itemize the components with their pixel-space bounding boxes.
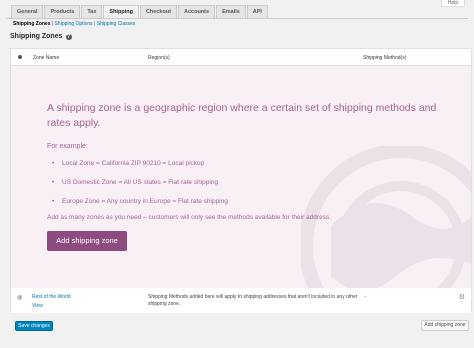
tabs-divider xyxy=(6,18,468,19)
shipping-zones-table: Zone Name Region(s) Shipping Method(s) A… xyxy=(10,48,472,313)
list-item: Local Zone = California ZIP 90210 = Loca… xyxy=(52,160,228,179)
tab-accounts[interactable]: Accounts xyxy=(178,5,216,18)
settings-tabs: General Products Tax Shipping Checkout A… xyxy=(11,5,268,19)
subnav-shipping-classes[interactable]: Shipping Classes xyxy=(97,21,136,27)
view-link[interactable]: View xyxy=(32,303,43,309)
add-shipping-zone-button[interactable]: Add shipping zone xyxy=(47,231,127,251)
subnav-shipping-zones[interactable]: Shipping Zones xyxy=(13,21,51,27)
gear-icon[interactable]: ⚙ xyxy=(459,293,465,301)
example-list: Local Zone = California ZIP 90210 = Loca… xyxy=(52,160,228,217)
sort-handle-icon xyxy=(18,55,22,59)
table-row-rest-of-world: ◍ Rest of the World View Shipping Method… xyxy=(11,288,471,313)
tab-checkout[interactable]: Checkout xyxy=(139,5,177,18)
list-item: US Domestic Zone = All US states = Flat … xyxy=(52,179,228,198)
shipping-methods-value: - xyxy=(364,294,366,300)
blank-state-title: A shipping zone is a geographic region w… xyxy=(47,102,437,129)
tab-emails[interactable]: Emails xyxy=(216,5,246,18)
blank-state-panel: A shipping zone is a geographic region w… xyxy=(11,66,471,288)
tab-products[interactable]: Products xyxy=(44,5,81,18)
help-tip-icon[interactable]: ? xyxy=(65,33,72,40)
tab-shipping[interactable]: Shipping xyxy=(103,5,139,19)
zone-description: Shipping Methods added here will apply t… xyxy=(148,294,358,307)
table-header: Zone Name Region(s) Shipping Method(s) xyxy=(11,49,471,66)
tab-tax[interactable]: Tax xyxy=(81,5,103,18)
globe-icon: ◍ xyxy=(17,295,23,301)
subnav-shipping-options[interactable]: Shipping Options xyxy=(55,21,93,27)
page-title-text: Shipping Zones xyxy=(10,33,63,40)
column-zone-name: Zone Name xyxy=(33,55,60,61)
tab-api[interactable]: API xyxy=(246,5,268,18)
blank-state-note: Add as many zones as you need – customer… xyxy=(47,214,331,221)
help-tab[interactable]: Help xyxy=(441,0,465,7)
add-shipping-zone-footer-button[interactable]: Add shipping zone xyxy=(421,320,469,331)
tab-general[interactable]: General xyxy=(11,5,44,18)
zone-name-link[interactable]: Rest of the World xyxy=(32,294,71,300)
page-title: Shipping Zones ? xyxy=(10,33,72,40)
shipping-subnav: Shipping Zones | Shipping Options | Ship… xyxy=(13,21,135,27)
subnav-separator: | xyxy=(94,21,96,27)
example-label: For example: xyxy=(47,143,88,150)
column-shipping-methods: Shipping Method(s) xyxy=(363,55,407,61)
column-regions: Region(s) xyxy=(148,55,170,61)
subnav-separator: | xyxy=(51,21,54,27)
save-changes-button[interactable]: Save changes xyxy=(15,321,53,331)
